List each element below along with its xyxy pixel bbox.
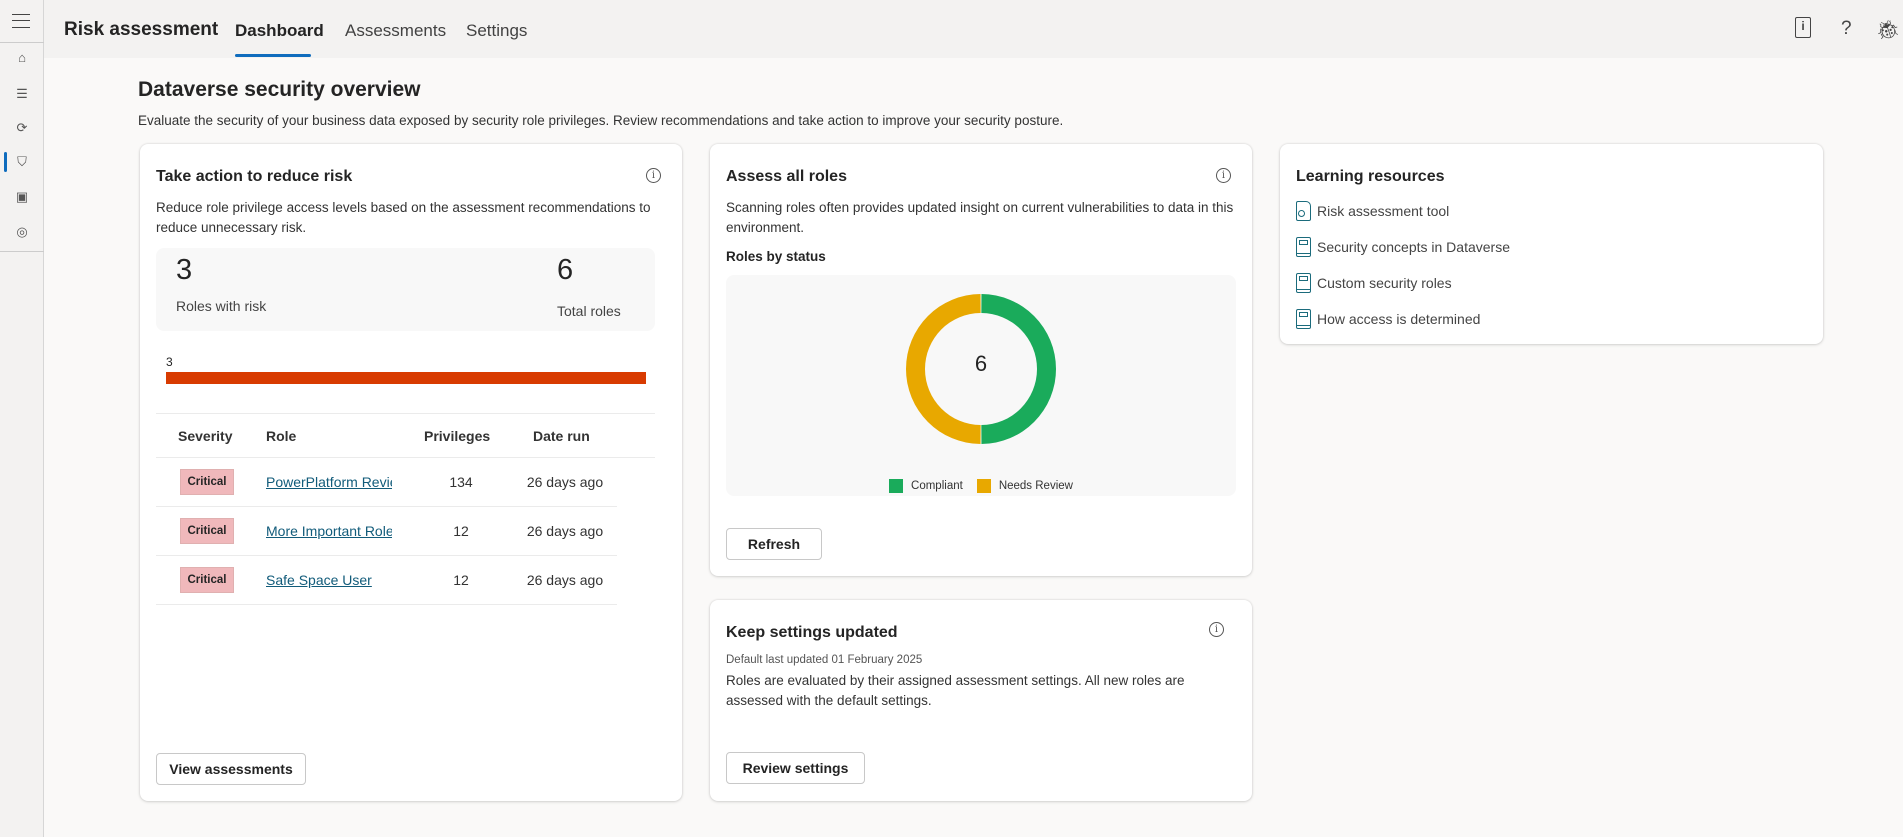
- chart-area: 6 Compliant Needs Review: [726, 275, 1236, 496]
- help-icon[interactable]: ?: [1841, 18, 1852, 40]
- active-indicator: [4, 152, 7, 172]
- filter-list-icon[interactable]: ☰: [12, 84, 32, 104]
- bug-icon[interactable]: 🐞︎: [1876, 18, 1900, 42]
- learning-link-risk-assessment-tool[interactable]: Risk assessment tool: [1296, 201, 1449, 221]
- learning-link-security-concepts[interactable]: Security concepts in Dataverse: [1296, 237, 1510, 257]
- legend-label: Compliant: [911, 480, 963, 492]
- bar-label: 3: [166, 355, 173, 369]
- role-link[interactable]: More Important Role: [266, 523, 392, 539]
- column-header-date-run[interactable]: Date run: [533, 428, 590, 444]
- severity-badge: Critical: [180, 469, 234, 495]
- certificate-document-icon: [1296, 201, 1311, 221]
- monitor-pulse-icon[interactable]: ▣: [12, 187, 32, 207]
- donut-chart: [905, 294, 1057, 444]
- home-icon[interactable]: ⌂: [12, 48, 32, 68]
- roles-with-risk-label: Roles with risk: [176, 298, 267, 314]
- divider: [156, 413, 655, 414]
- total-roles-count: 6: [557, 254, 574, 286]
- document-sync-icon[interactable]: ⟳: [12, 118, 32, 138]
- divider: [0, 251, 44, 252]
- card-description: Reduce role privilege access levels base…: [156, 200, 651, 235]
- view-assessments-button[interactable]: View assessments: [156, 753, 306, 785]
- card-description: Scanning roles often provides updated in…: [726, 200, 1234, 235]
- severity-badge: Critical: [180, 567, 234, 593]
- legend-swatch: [889, 479, 904, 493]
- legend-item-needs-review[interactable]: Needs Review: [976, 479, 1073, 493]
- left-nav: ⌂ ☰ ⟳ ⛉ ▣ ◎: [0, 0, 44, 837]
- role-link[interactable]: PowerPlatform Reviewer: [266, 474, 392, 490]
- privileges-cell: 12: [453, 523, 469, 539]
- card-title: Assess all roles: [726, 168, 847, 185]
- divider: [156, 555, 617, 556]
- privileges-cell: 12: [453, 572, 469, 588]
- total-roles-label: Total roles: [557, 303, 621, 319]
- assess-roles-card: Assess all roles i Scanning roles often …: [710, 144, 1252, 576]
- donut-center-total: 6: [974, 351, 988, 376]
- link-label: Risk assessment tool: [1317, 203, 1450, 219]
- active-tab-indicator: [235, 54, 311, 57]
- date-run-cell: 26 days ago: [526, 572, 604, 588]
- card-title: Take action to reduce risk: [156, 168, 353, 185]
- role-link[interactable]: Safe Space User: [266, 572, 392, 588]
- shield-icon[interactable]: ⛉: [12, 152, 32, 172]
- card-title: Learning resources: [1296, 168, 1445, 185]
- legend-label: Needs Review: [998, 480, 1073, 492]
- learning-link-how-access-determined[interactable]: How access is determined: [1296, 309, 1480, 329]
- privileges-cell: 134: [449, 474, 473, 490]
- learning-resources-card: Learning resources Risk assessment tool …: [1280, 144, 1823, 344]
- card-description: Roles are evaluated by their assigned as…: [726, 673, 1185, 708]
- chart-legend: Compliant Needs Review: [726, 479, 1236, 493]
- info-icon[interactable]: i: [1216, 168, 1231, 183]
- book-info-icon[interactable]: i: [1795, 17, 1811, 38]
- link-label: How access is determined: [1317, 311, 1481, 327]
- learning-link-custom-security-roles[interactable]: Custom security roles: [1296, 273, 1452, 293]
- link-label: Security concepts in Dataverse: [1317, 239, 1510, 255]
- tab-dashboard[interactable]: Dashboard: [235, 21, 324, 41]
- book-icon: [1296, 273, 1311, 293]
- legend-swatch: [976, 479, 991, 493]
- review-settings-button[interactable]: Review settings: [726, 752, 865, 784]
- settings-card: Keep settings updated i Default last upd…: [710, 600, 1252, 801]
- column-header-role[interactable]: Role: [266, 428, 296, 444]
- date-run-cell: 26 days ago: [526, 523, 604, 539]
- risk-bar: [166, 372, 646, 384]
- top-bar: Risk assessment Dashboard Assessments Se…: [44, 0, 1903, 58]
- chart-title: Roles by status: [726, 249, 826, 264]
- tab-settings[interactable]: Settings: [466, 21, 527, 41]
- link-label: Custom security roles: [1317, 275, 1452, 291]
- page-description: Evaluate the security of your business d…: [138, 113, 1064, 128]
- roles-with-risk-count: 3: [176, 254, 193, 286]
- last-updated-text: Default last updated 01 February 2025: [726, 654, 923, 666]
- card-title: Keep settings updated: [726, 624, 898, 641]
- divider: [156, 604, 617, 605]
- app-title: Risk assessment: [64, 19, 219, 40]
- info-icon[interactable]: i: [1209, 622, 1224, 637]
- divider: [156, 506, 617, 507]
- menu-icon[interactable]: [12, 14, 30, 28]
- broadcast-icon[interactable]: ◎: [12, 222, 32, 242]
- column-header-severity[interactable]: Severity: [178, 428, 232, 444]
- reduce-risk-card: Take action to reduce risk i Reduce role…: [140, 144, 682, 801]
- severity-badge: Critical: [180, 518, 234, 544]
- page-title: Dataverse security overview: [138, 78, 421, 101]
- divider: [0, 42, 44, 43]
- column-header-privileges[interactable]: Privileges: [424, 428, 490, 444]
- date-run-cell: 26 days ago: [526, 474, 604, 490]
- book-icon: [1296, 237, 1311, 257]
- info-icon[interactable]: i: [646, 168, 661, 183]
- stats-box: 3 Roles with risk 6 Total roles: [156, 248, 655, 331]
- refresh-button[interactable]: Refresh: [726, 528, 822, 560]
- book-icon: [1296, 309, 1311, 329]
- tab-assessments[interactable]: Assessments: [345, 21, 446, 41]
- divider: [156, 457, 655, 458]
- legend-item-compliant[interactable]: Compliant: [889, 479, 963, 493]
